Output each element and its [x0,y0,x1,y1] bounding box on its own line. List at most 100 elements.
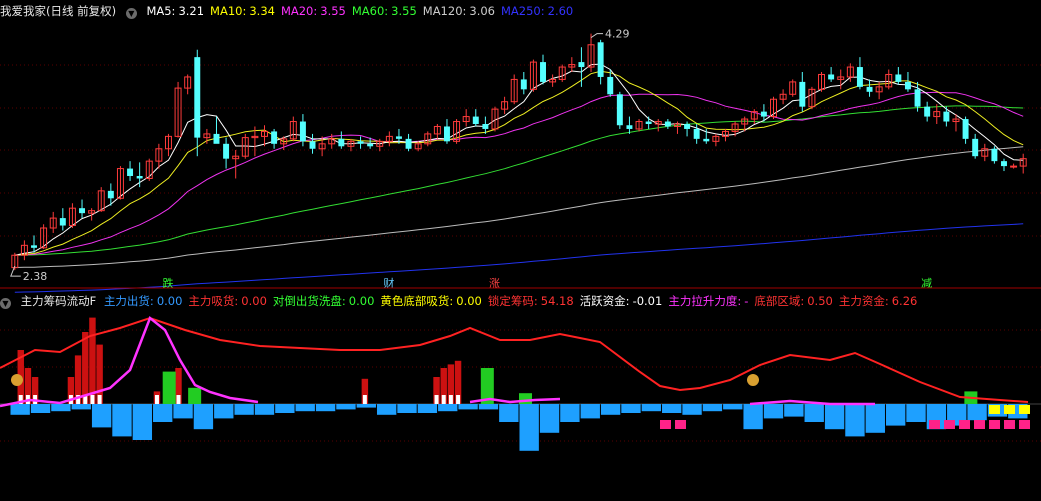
outflow-bar [153,404,173,422]
candle-body-down [31,245,37,248]
inflow-marker [448,395,453,404]
candle-body-down [223,143,230,159]
grid-lines [0,64,1041,442]
outflow-bar [193,404,214,430]
candle-body-down [194,57,201,138]
candle-body-down [79,208,86,214]
outflow-bar [600,404,621,415]
candle-body-down [645,121,652,124]
lifting-force-line [749,399,875,406]
bottom-zone-marker [1019,420,1030,429]
candle-body-down [472,116,479,124]
candle-body-up [1010,165,1018,168]
candle-body-down [107,190,114,199]
bottom-zone-marker [959,420,970,429]
outflow-bar [71,404,91,410]
low-price-label: 2.38 [23,270,48,283]
inflow-marker [97,395,102,404]
outflow-bar [51,404,71,412]
bottom-zone-marker [1004,420,1015,429]
candle-body-down [962,119,969,139]
candle-body-down [856,67,863,87]
outflow-bar [845,404,865,437]
kline-chart[interactable]: 跌财涨减 4.292.38 [0,0,1041,501]
high-pointer [590,33,604,39]
candle-body-down [482,124,489,129]
outflow-bar [438,404,458,412]
money-bag-icon [11,374,23,386]
outflow-bar [91,404,112,428]
outflow-bar [621,404,641,413]
candle-body-down [607,76,614,95]
candle-body-down [703,138,710,142]
candle-body-down [127,168,134,176]
candle-body-down [991,148,998,162]
money-bag-icon [747,374,759,386]
indicator-chart[interactable] [0,315,1041,451]
candle-body-down [828,74,835,80]
yellow-bottom-marker [1019,405,1030,414]
candle-body-down [895,74,902,82]
inflow-marker [441,395,446,404]
ma-lines [14,63,1024,293]
candle-body-down [943,111,950,122]
inflow-bar [89,317,96,404]
high-price-label: 4.29 [605,28,630,41]
inflow-marker [90,395,95,404]
outflow-bar [784,404,804,417]
outflow-bar [723,404,743,410]
candle-body-down [520,79,527,90]
candle-body-down [367,143,374,147]
candle-body-down [395,136,402,139]
candle-body-down [684,124,691,129]
outflow-bar [30,404,51,413]
candle-body-down [59,218,66,226]
candle-body-down [357,141,364,144]
locked-chips-line [0,316,1029,403]
outflow-bar [662,404,682,413]
ma5-line [14,63,1024,256]
inflow-marker [154,395,159,404]
bottom-zone-marker [929,420,940,429]
yellow-bottom-marker [989,405,1000,414]
inflow-marker [434,395,439,404]
candle-body-down [972,138,979,157]
lifting-force-line [0,315,259,408]
candle-body-down [338,138,345,147]
outflow-bar [356,404,376,408]
outflow-bar [804,404,824,422]
bottom-zone-marker [675,420,686,429]
outflow-bar [743,404,763,430]
candle-body-down [578,62,585,68]
outflow-bar [336,404,356,410]
candle-body-down [597,42,604,77]
candle-body-down [760,111,767,117]
outflow-bar [702,404,723,412]
candle-body-down [616,94,623,126]
ma10-line [14,70,1024,256]
candle-body-down [693,128,700,139]
inflow-marker [362,395,367,404]
ma20-line [14,91,1024,256]
outflow-bar [641,404,662,412]
outflow-bar [376,404,397,415]
outflow-bar [560,404,580,422]
outflow-bar [763,404,784,419]
outflow-bar [234,404,254,415]
candle-body-down [540,62,546,82]
bottom-zone-marker [944,420,955,429]
outflow-bar [112,404,132,437]
candle-body-down [799,81,806,107]
outflow-bar [254,404,275,415]
outflow-bar [682,404,702,415]
candle-body-down [443,126,450,142]
outflow-bar [397,404,417,413]
inflow-bar [82,332,89,404]
candle-body-down [904,81,911,90]
outflow-bar [458,404,478,410]
candle-body-down [626,125,633,129]
candle-body-down [866,86,873,92]
outflow-bar [967,404,987,421]
candle-body-down [309,141,316,149]
outflow-bar [885,404,906,426]
